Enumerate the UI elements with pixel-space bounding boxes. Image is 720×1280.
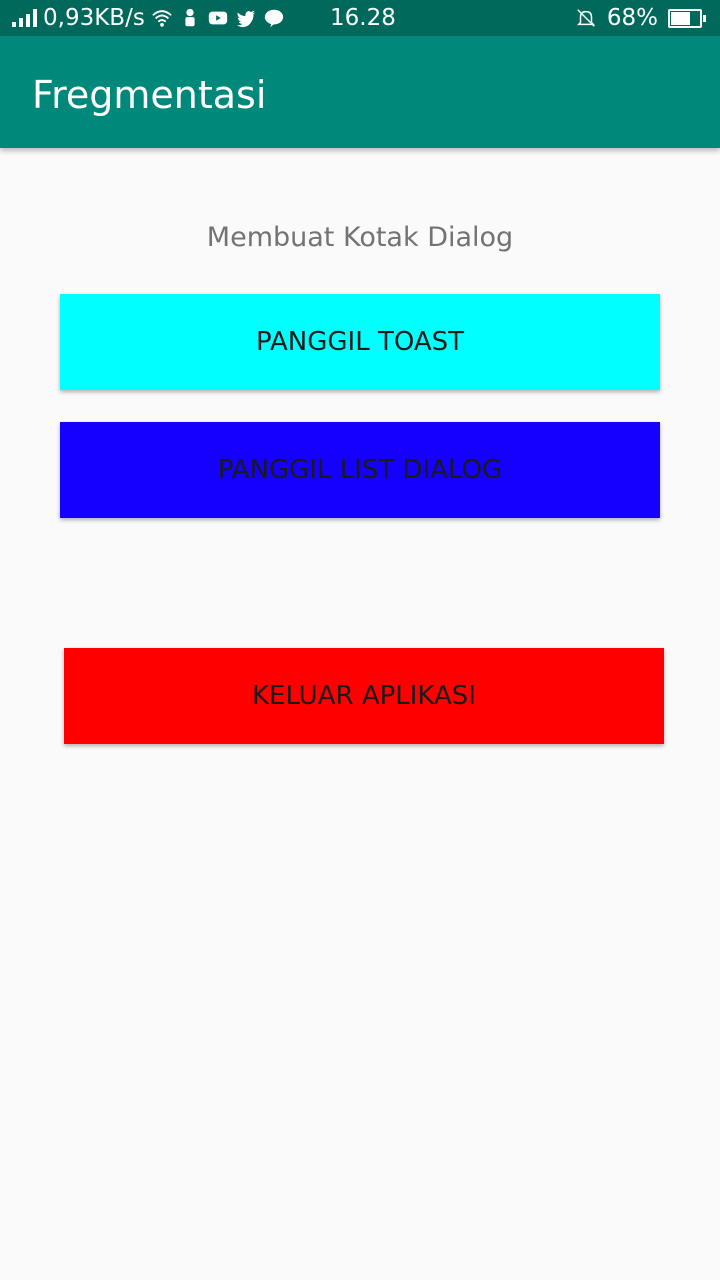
silent-bell-icon: [576, 9, 595, 27]
status-right: 68%: [575, 0, 706, 36]
battery-percent: 68%: [606, 5, 658, 31]
keluar-aplikasi-button[interactable]: KELUAR APLIKASI: [64, 648, 664, 744]
status-bar: 0,93KB/s 16.28 68%: [0, 0, 720, 36]
panggil-toast-button[interactable]: PANGGIL TOAST: [60, 294, 660, 390]
youtube-icon: [208, 11, 227, 25]
panggil-list-dialog-button[interactable]: PANGGIL LIST DIALOG: [60, 422, 660, 518]
signal-icon: [12, 9, 37, 27]
notification-icon: [185, 8, 195, 27]
app-bar: Fregmentasi: [0, 36, 720, 148]
battery-icon: [668, 8, 706, 28]
status-left: 0,93KB/s: [12, 0, 285, 36]
wifi-icon: [152, 10, 172, 27]
app-title: Fregmentasi: [32, 73, 267, 117]
clock: 16.28: [330, 5, 396, 31]
line-icon: [264, 9, 283, 28]
network-speed: 0,93KB/s: [43, 5, 145, 31]
page-subtitle: Membuat Kotak Dialog: [206, 222, 514, 253]
twitter-icon: [236, 10, 255, 28]
